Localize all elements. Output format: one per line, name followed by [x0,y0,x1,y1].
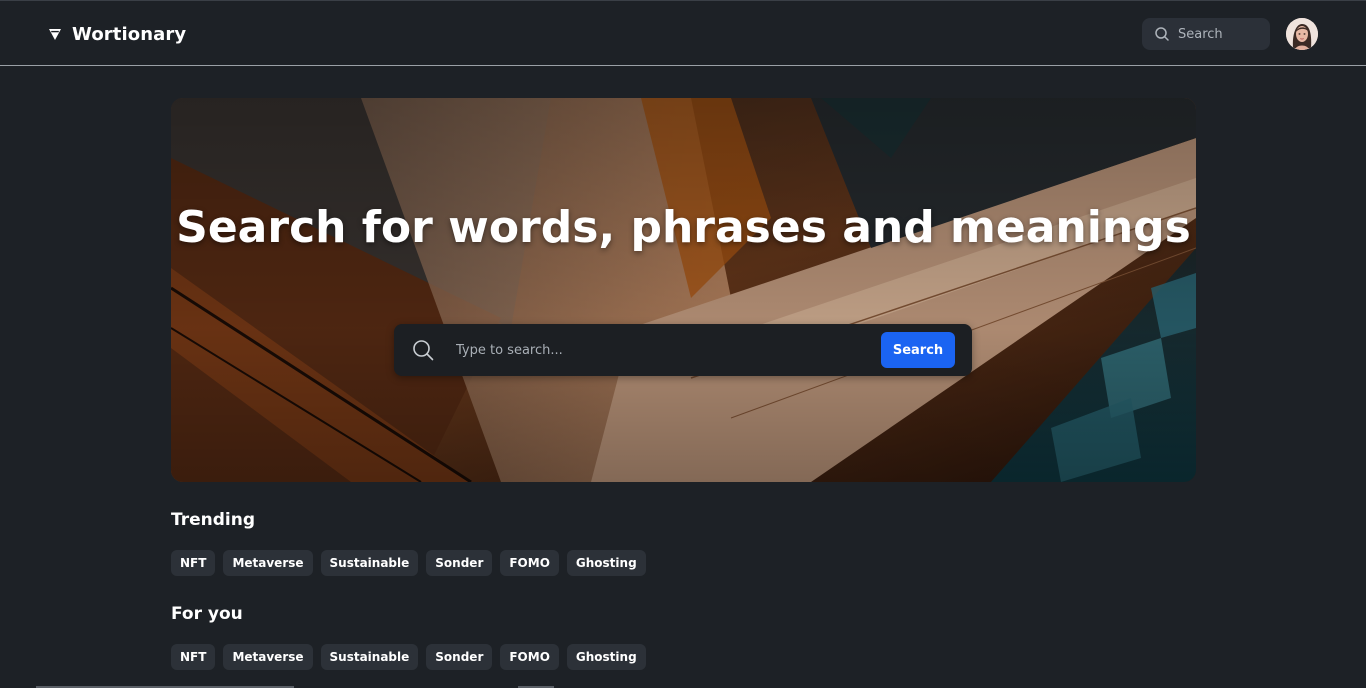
search-icon [1155,27,1169,41]
search-button[interactable]: Search [881,332,955,368]
user-avatar-image [1286,18,1318,50]
trending-tags: NFT Metaverse Sustainable Sonder FOMO Gh… [171,550,646,576]
tag-chip[interactable]: FOMO [500,550,559,576]
tag-chip[interactable]: Sustainable [320,644,419,670]
hero-background-image [171,98,1196,482]
hero-banner: Search for words, phrases and meanings S… [171,98,1196,482]
tag-chip[interactable]: Sonder [426,644,493,670]
brand-name: Wortionary [72,23,187,45]
search-input[interactable] [456,334,866,366]
tag-chip[interactable]: Ghosting [566,550,646,576]
tag-chip[interactable]: Sonder [426,550,493,576]
tag-chip[interactable]: Metaverse [223,550,313,576]
top-navigation-bar: Wortionary Search [0,0,1366,66]
for-you-tags: NFT Metaverse Sustainable Sonder FOMO Gh… [171,644,646,670]
tag-chip[interactable]: Sustainable [320,550,419,576]
hero-title: Search for words, phrases and meanings [176,202,1191,253]
tag-chip[interactable]: FOMO [500,644,559,670]
tag-chip[interactable]: NFT [171,644,216,670]
brand[interactable]: Wortionary [48,21,186,47]
tag-chip[interactable]: Ghosting [566,644,646,670]
trending-title: Trending [171,510,256,530]
tag-chip[interactable]: NFT [171,550,216,576]
header-search-label: Search [1178,26,1223,42]
header-search-button[interactable]: Search [1142,18,1270,50]
hero-search-bar: Search [394,324,972,376]
tag-chip[interactable]: Metaverse [223,644,313,670]
logo-icon [49,29,61,40]
for-you-title: For you [171,604,243,624]
avatar[interactable] [1286,18,1318,50]
search-icon [413,340,434,361]
